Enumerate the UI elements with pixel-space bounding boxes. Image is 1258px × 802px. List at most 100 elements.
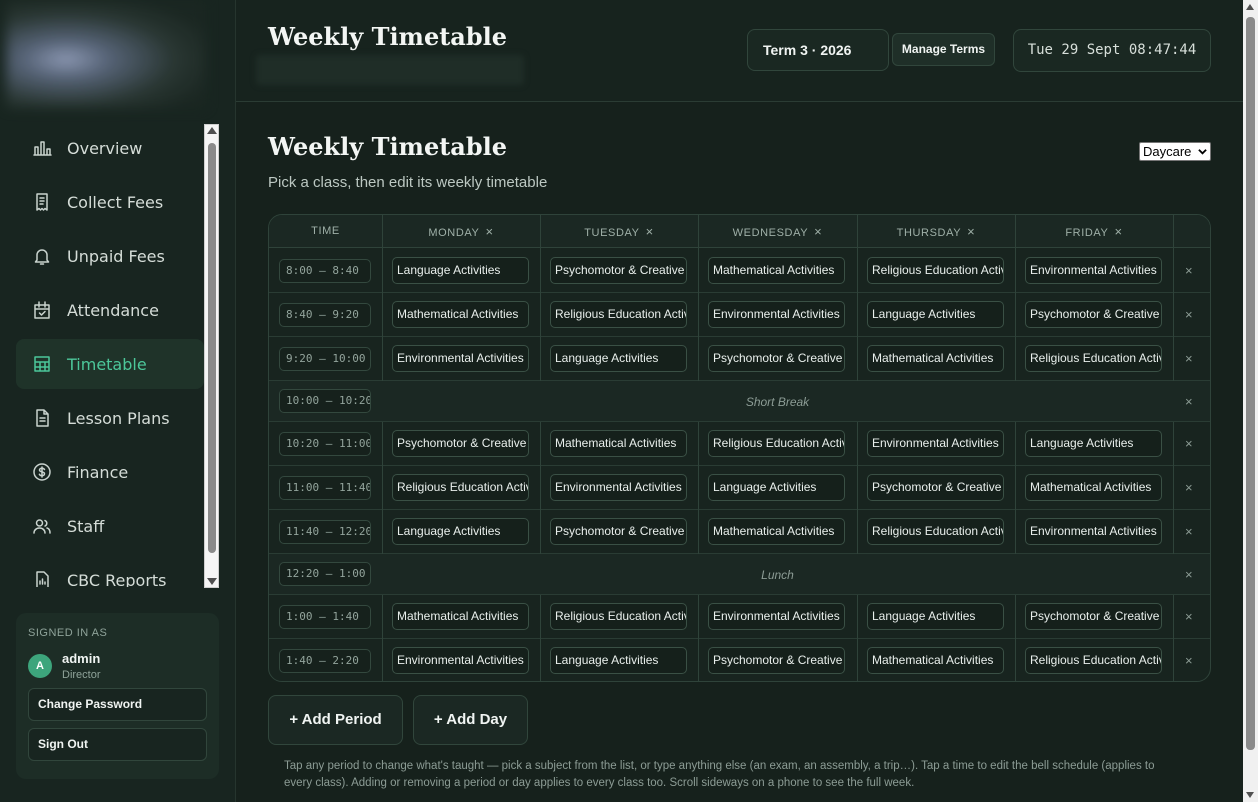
subject-field[interactable]: Mathematical Activities <box>867 345 1004 372</box>
subject-field[interactable]: Environmental Activities <box>392 647 529 674</box>
column-header-thursday: THURSDAY × <box>857 215 1015 248</box>
subject-field[interactable]: Mathematical Activities <box>550 430 687 457</box>
sidebar-nav: Overview Collect Fees Unpaid Fees Attendanc… <box>16 123 204 587</box>
remove-period-close-icon[interactable]: × <box>1185 351 1193 366</box>
period-time-field[interactable]: 11:00 – 11:40 <box>279 476 371 500</box>
scroll-down-arrow-icon[interactable] <box>207 578 217 585</box>
subject-field[interactable]: Environmental Activities <box>708 603 845 630</box>
sidebar-item-cbc-reports[interactable]: CBC Reports <box>16 555 204 587</box>
remove-day-close-icon[interactable]: × <box>814 224 822 239</box>
remove-period-close-icon[interactable]: × <box>1185 307 1193 322</box>
subject-field[interactable]: Mathematical Activities <box>1025 474 1162 501</box>
remove-day-close-icon[interactable]: × <box>485 224 493 239</box>
subject-field[interactable]: Religious Education Activities <box>708 430 845 457</box>
timetable-grid: TIME MONDAY × TUESDAY × WEDNESDAY × THURSDAY × FR… <box>268 214 1211 682</box>
class-select[interactable]: Daycare <box>1139 142 1211 161</box>
period-time-field[interactable]: 10:00 – 10:20 <box>279 389 371 413</box>
scroll-up-arrow-icon[interactable] <box>207 127 217 134</box>
subject-field[interactable]: Religious Education Activities <box>867 257 1004 284</box>
remove-period-close-icon[interactable]: × <box>1185 263 1193 278</box>
period-time-field[interactable]: 1:40 – 2:20 <box>279 649 371 673</box>
window-scroll-thumb[interactable] <box>1246 17 1255 750</box>
subject-field[interactable]: Psychomotor & Creative Activities <box>1025 603 1162 630</box>
subject-field[interactable]: Environmental Activities <box>1025 518 1162 545</box>
sidebar-item-label: Collect Fees <box>67 192 164 212</box>
day-label: FRIDAY <box>1065 227 1109 239</box>
remove-period-close-icon[interactable]: × <box>1185 609 1193 624</box>
subject-field[interactable]: Language Activities <box>392 257 529 284</box>
remove-period-close-icon[interactable]: × <box>1185 567 1193 582</box>
remove-period-close-icon[interactable]: × <box>1185 436 1193 451</box>
sidebar-item-timetable[interactable]: Timetable <box>16 339 204 389</box>
add-day-button[interactable]: + Add Day <box>413 695 528 745</box>
subject-field[interactable]: Mathematical Activities <box>708 518 845 545</box>
scroll-thumb[interactable] <box>208 143 216 553</box>
subject-field[interactable]: Mathematical Activities <box>708 257 845 284</box>
remove-period-close-icon[interactable]: × <box>1185 524 1193 539</box>
subject-field[interactable]: Environmental Activities <box>708 301 845 328</box>
subject-field[interactable]: Religious Education Activities <box>867 518 1004 545</box>
subject-field[interactable]: Language Activities <box>550 345 687 372</box>
day-label: TUESDAY <box>584 227 640 239</box>
signed-in-label: SIGNED IN AS <box>28 627 108 639</box>
subject-field[interactable]: Psychomotor & Creative Activities <box>550 257 687 284</box>
remove-day-close-icon[interactable]: × <box>967 224 975 239</box>
subject-field[interactable]: Psychomotor & Creative Activities <box>867 474 1004 501</box>
subject-field[interactable]: Psychomotor & Creative Activities <box>708 647 845 674</box>
subject-field[interactable]: Language Activities <box>550 647 687 674</box>
remove-period-close-icon[interactable]: × <box>1185 394 1193 409</box>
subject-field[interactable]: Language Activities <box>867 603 1004 630</box>
period-time-field[interactable]: 1:00 – 1:40 <box>279 605 371 629</box>
change-password-button[interactable]: Change Password <box>28 688 207 721</box>
subject-field[interactable]: Mathematical Activities <box>392 301 529 328</box>
subject-field[interactable]: Psychomotor & Creative Activities <box>1025 301 1162 328</box>
remove-period-close-icon[interactable]: × <box>1185 653 1193 668</box>
header-title: Weekly Timetable <box>268 22 508 51</box>
remove-day-close-icon[interactable]: × <box>646 224 654 239</box>
subject-field[interactable]: Religious Education Activities <box>392 474 529 501</box>
period-time-field[interactable]: 8:40 – 9:20 <box>279 303 371 327</box>
term-indicator: Term 3 · 2026 <box>747 29 889 71</box>
subject-field[interactable]: Environmental Activities <box>392 345 529 372</box>
period-time-field[interactable]: 12:20 – 1:00 <box>279 562 371 586</box>
class-select-value: Daycare <box>1143 144 1192 159</box>
subject-field[interactable]: Environmental Activities <box>867 430 1004 457</box>
sidebar-item-lesson-plans[interactable]: Lesson Plans <box>16 393 204 443</box>
period-time-field[interactable]: 8:00 – 8:40 <box>279 259 371 283</box>
period-time-field[interactable]: 9:20 – 10:00 <box>279 347 371 371</box>
window-scroll-up-icon[interactable] <box>1246 4 1254 10</box>
sidebar-item-overview[interactable]: Overview <box>16 123 204 173</box>
subject-field[interactable]: Psychomotor & Creative Activities <box>392 430 529 457</box>
subject-field[interactable]: Religious Education Activities <box>550 603 687 630</box>
period-time-field[interactable]: 11:40 – 12:20 <box>279 520 371 544</box>
column-divider <box>1173 215 1174 681</box>
sidebar-item-finance[interactable]: Finance <box>16 447 204 497</box>
subject-field[interactable]: Environmental Activities <box>550 474 687 501</box>
sign-out-button[interactable]: Sign Out <box>28 728 207 761</box>
subject-field[interactable]: Environmental Activities <box>1025 257 1162 284</box>
subject-field[interactable]: Religious Education Activities <box>550 301 687 328</box>
manage-terms-button[interactable]: Manage Terms <box>892 33 995 66</box>
subject-field[interactable]: Language Activities <box>392 518 529 545</box>
remove-period-close-icon[interactable]: × <box>1185 480 1193 495</box>
window-scroll-down-icon[interactable] <box>1246 792 1254 798</box>
sidebar-scrollbar[interactable] <box>204 124 219 588</box>
subject-field[interactable]: Psychomotor & Creative Activities <box>708 345 845 372</box>
subject-field[interactable]: Language Activities <box>708 474 845 501</box>
sidebar-item-staff[interactable]: Staff <box>16 501 204 551</box>
sidebar-item-unpaid-fees[interactable]: Unpaid Fees <box>16 231 204 281</box>
window-scrollbar[interactable] <box>1243 0 1258 802</box>
column-header-wednesday: WEDNESDAY × <box>698 215 857 248</box>
subject-field[interactable]: Mathematical Activities <box>392 603 529 630</box>
sidebar-item-collect-fees[interactable]: Collect Fees <box>16 177 204 227</box>
subject-field[interactable]: Religious Education Activities <box>1025 345 1162 372</box>
subject-field[interactable]: Language Activities <box>1025 430 1162 457</box>
remove-day-close-icon[interactable]: × <box>1114 224 1122 239</box>
period-time-field[interactable]: 10:20 – 11:00 <box>279 432 371 456</box>
subject-field[interactable]: Psychomotor & Creative Activities <box>550 518 687 545</box>
add-period-button[interactable]: + Add Period <box>268 695 403 745</box>
subject-field[interactable]: Mathematical Activities <box>867 647 1004 674</box>
subject-field[interactable]: Language Activities <box>867 301 1004 328</box>
sidebar-item-attendance[interactable]: Attendance <box>16 285 204 335</box>
subject-field[interactable]: Religious Education Activities <box>1025 647 1162 674</box>
